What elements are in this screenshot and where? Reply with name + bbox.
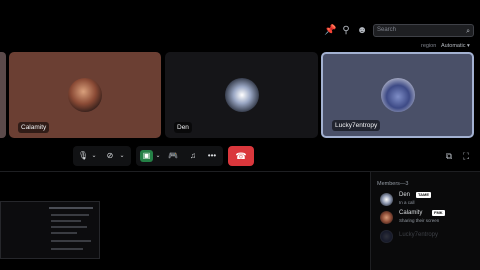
tile-name: Calamity	[18, 122, 50, 133]
preview-line	[51, 248, 83, 250]
screenshare-icon[interactable]: ▣	[140, 150, 153, 162]
member-tag: TAME	[416, 192, 432, 198]
chevron-down-icon[interactable]: ⌄	[154, 150, 162, 162]
preview-line	[51, 240, 91, 242]
hangup-icon: ☎	[235, 151, 247, 161]
camera-off-icon[interactable]: ⊘	[104, 150, 116, 162]
activity-controls: ▣ ⌄ 🎮 ♫ •••	[136, 146, 223, 166]
region-label: region	[421, 43, 437, 49]
fullscreen-icon[interactable]: ⛶	[460, 150, 472, 162]
bike-icon[interactable]: ⚲	[340, 25, 352, 37]
avatar	[380, 193, 393, 206]
audio-video-controls: 🎙 ⌄ ⊘ ⌄	[73, 146, 131, 166]
pin-icon[interactable]: 📌	[324, 25, 336, 37]
preview-line	[51, 220, 81, 222]
search-placeholder: Search	[377, 27, 397, 33]
more-icon[interactable]: •••	[206, 150, 218, 162]
tile-name: Den	[174, 122, 192, 133]
member-lucky7entropy[interactable]: Lucky7entropy	[380, 229, 480, 245]
preview-line	[51, 214, 89, 216]
screen-share-preview[interactable]	[0, 201, 100, 259]
hangup-button[interactable]: ☎	[228, 146, 254, 166]
top-bar: 📌 ⚲ ☻ Search ⌕	[0, 0, 480, 40]
search-icon: ⌕	[466, 28, 470, 35]
microphone-icon[interactable]: 🎙	[78, 150, 88, 162]
preview-line	[51, 232, 77, 234]
member-status: In a call	[399, 200, 415, 205]
avatar	[380, 211, 393, 224]
avatar	[68, 78, 102, 112]
preview-line	[51, 226, 87, 228]
video-tile-lucky7entropy[interactable]: Lucky7entropy	[321, 52, 474, 138]
member-calamity[interactable]: Calamity FMK Sharing their screen	[380, 210, 480, 226]
member-tag: FMK	[432, 210, 445, 216]
chevron-down-icon[interactable]: ⌄	[118, 150, 126, 162]
avatar	[380, 230, 393, 243]
video-tile-calamity[interactable]: Calamity	[9, 52, 161, 138]
user-icon[interactable]: ☻	[356, 25, 368, 37]
popout-icon[interactable]: ⧉	[443, 150, 455, 162]
gamepad-icon[interactable]: 🎮	[167, 150, 179, 162]
avatar	[224, 78, 259, 112]
avatar	[380, 78, 415, 112]
member-den[interactable]: Den TAME In a call	[380, 192, 480, 208]
tile-name: Lucky7entropy	[332, 120, 381, 131]
soundboard-icon[interactable]: ♫	[187, 150, 199, 162]
chevron-down-icon[interactable]: ⌄	[90, 150, 98, 162]
offscreen-tile[interactable]	[0, 52, 6, 138]
video-tile-den[interactable]: Den	[165, 52, 318, 138]
member-status: Sharing their screen	[399, 218, 440, 223]
members-panel: Members—3 Den TAME In a call Calamity FM…	[370, 172, 480, 270]
preview-header	[49, 207, 93, 209]
member-name: Calamity	[399, 210, 423, 216]
search-input[interactable]: Search ⌕	[373, 24, 474, 37]
member-name: Den	[399, 192, 411, 198]
member-name: Lucky7entropy	[399, 232, 439, 238]
region-dropdown[interactable]: Automatic ▾	[441, 43, 470, 49]
members-header: Members—3	[377, 181, 409, 187]
